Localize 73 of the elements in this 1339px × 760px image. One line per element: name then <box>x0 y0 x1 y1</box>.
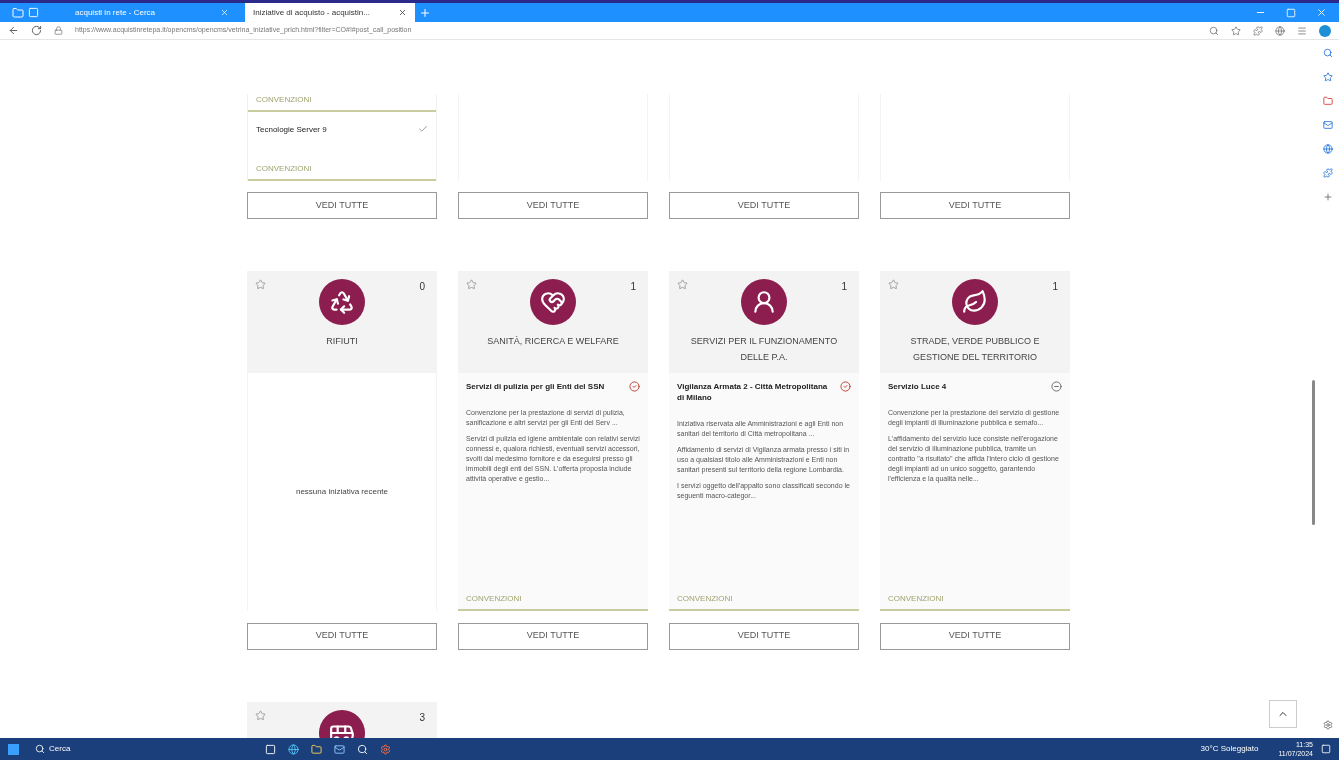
empty-message: nessuna iniziativa recente <box>295 486 389 499</box>
initiative-title[interactable]: Tecnologie Server 9 <box>256 124 327 163</box>
scroll-top-button[interactable] <box>1269 700 1297 728</box>
mail-icon[interactable] <box>1323 120 1333 130</box>
taskbar-search-field[interactable]: Cerca <box>49 743 71 755</box>
menu-icon[interactable] <box>1297 25 1307 36</box>
initiative-title[interactable]: Servizio Luce 4 <box>888 381 947 393</box>
type-tag: CONVENZIONI <box>248 163 436 179</box>
search-icon[interactable] <box>1209 25 1219 36</box>
star-icon[interactable] <box>255 709 266 721</box>
see-all-button[interactable]: VEDI TUTTE <box>458 622 648 650</box>
recycle-icon <box>329 289 355 316</box>
weather-label[interactable]: 30°C Soleggiato <box>1200 743 1259 755</box>
search-icon[interactable] <box>1323 48 1333 58</box>
scrollbar-thumb[interactable] <box>1311 380 1315 525</box>
category-title: SERVIZI PER IL FUNZIONAMENTO DELLE P.A. <box>689 335 839 365</box>
category-title: SANITÀ, RICERCA E WELFARE <box>486 335 620 349</box>
lock-icon <box>54 26 63 35</box>
star-icon[interactable] <box>677 279 688 291</box>
browser-icon[interactable] <box>288 743 299 755</box>
check-icon <box>418 124 428 134</box>
star-icon[interactable] <box>1231 25 1241 36</box>
person-icon <box>751 289 777 316</box>
mail-icon[interactable] <box>334 743 345 755</box>
type-tag: CONVENZIONI <box>677 593 851 610</box>
initiative-title[interactable]: Servizi di pulizia per gli Enti del SSN <box>466 381 605 393</box>
count-label: 1 <box>841 280 847 295</box>
reload-icon[interactable] <box>31 25 42 36</box>
task-view-icon[interactable] <box>265 743 276 755</box>
settings-icon[interactable] <box>1323 720 1333 730</box>
category-title: RIFIUTI <box>325 335 359 349</box>
count-label: 1 <box>630 280 636 295</box>
puzzle-icon[interactable] <box>1253 25 1263 36</box>
heart-hand-icon <box>540 289 566 316</box>
folder-icon[interactable] <box>1323 96 1333 106</box>
count-label: 3 <box>419 710 425 725</box>
back-icon[interactable] <box>8 25 19 36</box>
tab-title: Iniziative di acquisto - acquistin... <box>253 6 371 19</box>
tab-title: acquisti in rete - Cerca <box>75 6 157 19</box>
close-icon[interactable] <box>1316 7 1327 18</box>
see-all-button[interactable]: VEDI TUTTE <box>880 622 1070 650</box>
leaf-icon <box>962 289 988 316</box>
profile-icon[interactable] <box>12 6 24 19</box>
count-label: 0 <box>419 280 425 295</box>
globe-icon[interactable] <box>1275 25 1285 36</box>
initiative-title[interactable]: Vigilanza Armata 2 - Città Metropolitana di Milano <box>677 381 832 404</box>
type-tag: CONVENZIONI <box>888 593 1062 610</box>
search-icon <box>35 744 45 754</box>
type-tag: CONVENZIONI <box>248 94 436 110</box>
app-icon[interactable] <box>357 743 368 755</box>
close-icon[interactable] <box>398 8 407 17</box>
see-all-button[interactable]: VEDI TUTTE <box>247 622 437 650</box>
windows-start-icon[interactable] <box>8 743 19 755</box>
category-title: STRADE, VERDE PUBBLICO E GESTIONE DEL TERRITORIO <box>909 335 1041 365</box>
browser-tab[interactable]: Iniziative di acquisto - acquistin... <box>245 3 415 22</box>
maximize-icon[interactable] <box>1286 7 1296 18</box>
see-all-button[interactable]: VEDI TUTTE <box>458 192 648 220</box>
see-all-button[interactable]: VEDI TUTTE <box>669 192 859 220</box>
star-icon[interactable] <box>888 279 899 291</box>
add-icon[interactable] <box>1323 192 1333 202</box>
star-icon[interactable] <box>466 279 477 291</box>
count-label: 1 <box>1052 280 1058 295</box>
notification-icon[interactable] <box>1321 744 1331 754</box>
globe-icon[interactable] <box>1323 144 1333 154</box>
puzzle-icon[interactable] <box>1323 168 1333 178</box>
see-all-button[interactable]: VEDI TUTTE <box>669 622 859 650</box>
tab-actions-icon[interactable] <box>28 7 39 18</box>
see-all-button[interactable]: VEDI TUTTE <box>247 192 437 220</box>
star-icon[interactable] <box>1323 72 1333 82</box>
star-icon[interactable] <box>255 279 266 291</box>
see-all-button[interactable]: VEDI TUTTE <box>880 192 1070 220</box>
new-tab-icon[interactable] <box>419 6 431 19</box>
type-tag: CONVENZIONI <box>466 593 640 610</box>
